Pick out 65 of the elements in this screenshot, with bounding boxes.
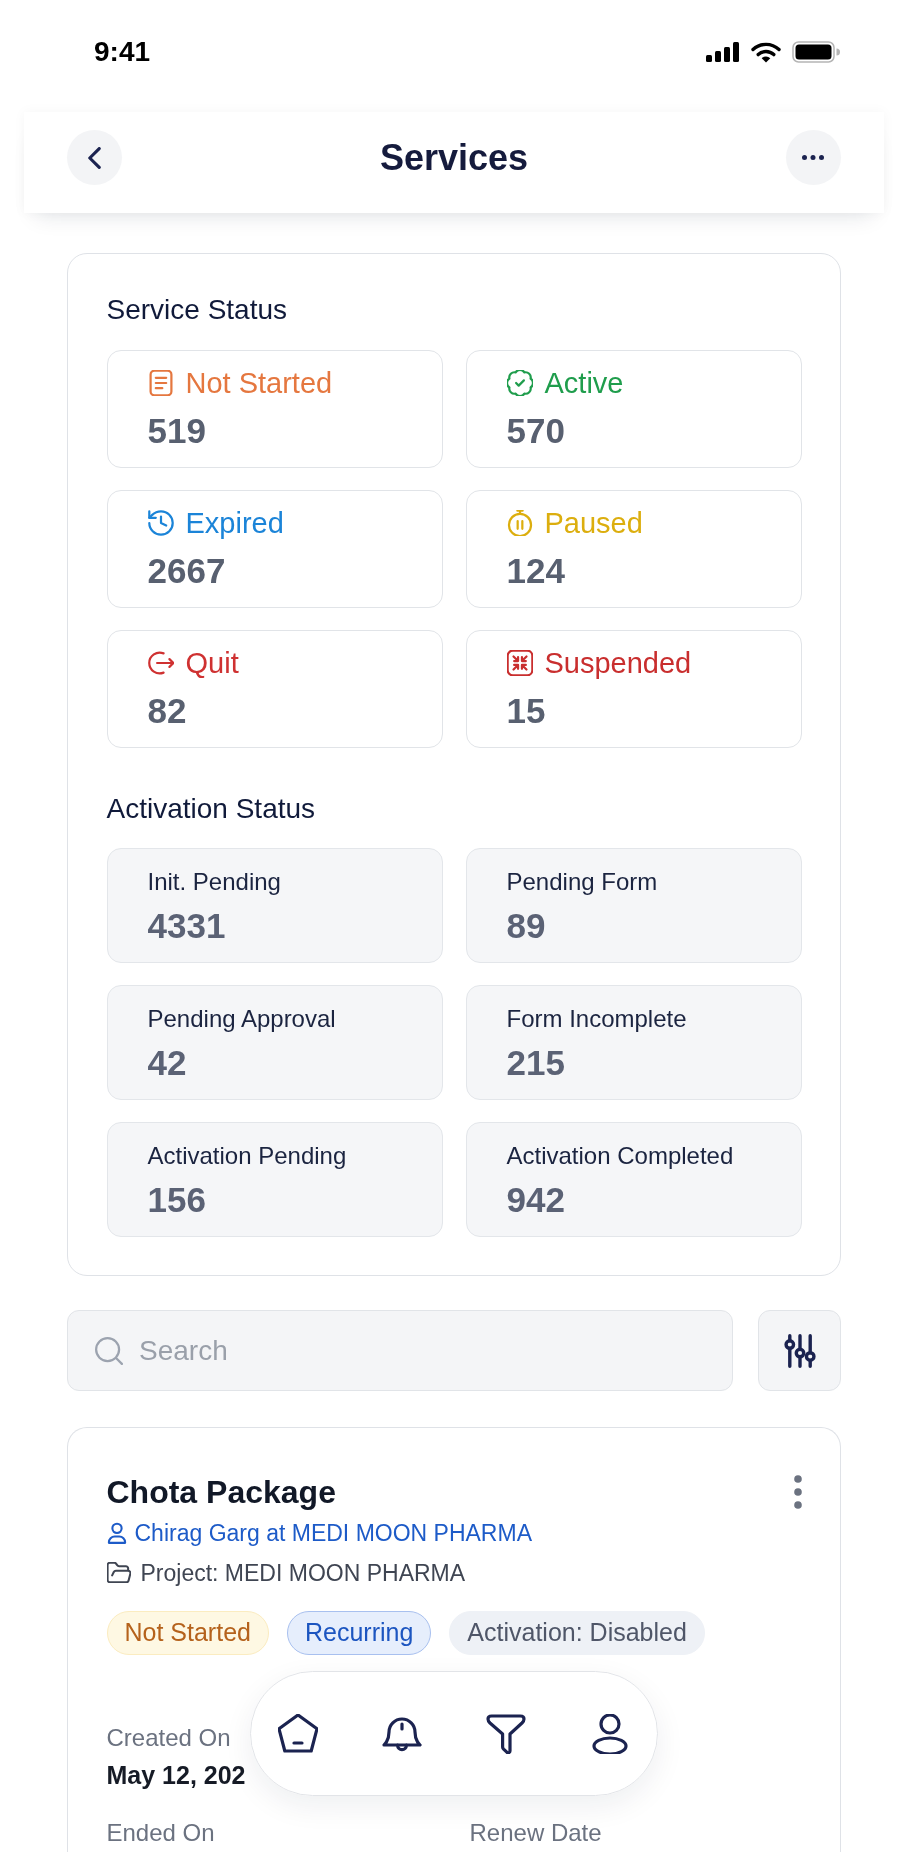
home-icon[interactable]	[278, 1713, 318, 1754]
activation-count: 156	[147, 1178, 206, 1221]
status-label: Suspended	[544, 645, 692, 681]
section-heading: Service Status	[106, 292, 288, 327]
funnel-icon[interactable]	[486, 1713, 526, 1754]
filter-button[interactable]	[758, 1310, 841, 1391]
detail-label: Ended On	[106, 1821, 215, 1844]
detail-label: Renew Date	[469, 1821, 602, 1844]
status-label: Active	[544, 365, 624, 401]
activation-label: Pending Approval	[147, 1003, 336, 1034]
status-tile[interactable]: Active 570	[465, 349, 802, 468]
activation-tile[interactable]: Form Incomplete 215	[465, 984, 802, 1100]
status-label: Quit	[185, 645, 239, 681]
status-count: 519	[147, 409, 206, 452]
activation-tag: Activation: Disabled	[449, 1610, 705, 1655]
search-icon	[95, 1336, 123, 1365]
folder-icon	[106, 1562, 131, 1583]
status-time: 9:41	[94, 35, 151, 69]
status-tile[interactable]: Not Started 519	[106, 349, 443, 468]
status-tile[interactable]: Quit 82	[106, 629, 443, 748]
more-vertical-icon[interactable]	[793, 1474, 802, 1509]
activation-count: 215	[506, 1041, 565, 1084]
status-tile[interactable]: Paused 124	[465, 489, 802, 608]
person-icon[interactable]	[590, 1713, 630, 1754]
activation-tile[interactable]: Pending Form 89	[465, 847, 802, 963]
chevron-left-icon	[88, 146, 101, 169]
activation-label: Init. Pending	[147, 866, 281, 897]
status-count: 82	[147, 689, 187, 732]
contact-link[interactable]: Chirag Garg at MEDI MOON PHARMA	[134, 1517, 532, 1548]
status-count: 15	[506, 689, 546, 732]
wifi-icon	[751, 41, 781, 63]
activation-count: 942	[506, 1178, 565, 1221]
activation-tile[interactable]: Pending Approval 42	[106, 984, 443, 1100]
battery-icon	[792, 41, 840, 63]
activation-label: Form Incomplete	[506, 1003, 687, 1034]
activation-tile[interactable]: Init. Pending 4331	[106, 847, 443, 963]
section-heading: Activation Status	[106, 791, 316, 826]
activation-label: Pending Form	[506, 866, 658, 897]
status-count: 124	[506, 549, 565, 592]
project-label: Project: MEDI MOON PHARMA	[140, 1558, 466, 1588]
status-tile[interactable]: Suspended 15	[465, 629, 802, 748]
activation-tile[interactable]: Activation Pending 156	[106, 1121, 443, 1237]
ellipsis-icon	[802, 155, 825, 160]
signal-icon	[706, 42, 740, 62]
status-label: Not Started	[185, 365, 333, 401]
activation-label: Activation Completed	[506, 1140, 734, 1171]
activation-label: Activation Pending	[147, 1140, 347, 1171]
activation-count: 42	[147, 1041, 187, 1084]
detail-label: Created On	[106, 1723, 231, 1752]
status-count: 2667	[147, 549, 226, 592]
page-title: Services	[379, 135, 529, 180]
activation-tile[interactable]: Activation Completed 942	[465, 1121, 802, 1237]
sliders-icon	[782, 1333, 817, 1368]
card-title: Chota Package	[106, 1472, 336, 1512]
status-label: Paused	[544, 505, 643, 541]
activation-count: 89	[506, 904, 546, 947]
activation-count: 4331	[147, 904, 226, 947]
search-field[interactable]: Search	[67, 1310, 733, 1391]
detail-value: May 12, 202	[106, 1759, 246, 1791]
person-icon	[106, 1521, 127, 1544]
status-tile[interactable]: Expired 2667	[106, 489, 443, 608]
status-tag: Not Started	[106, 1610, 269, 1655]
status-label: Expired	[185, 505, 284, 541]
billing-tag: Recurring	[286, 1610, 432, 1655]
status-count: 570	[506, 409, 565, 452]
